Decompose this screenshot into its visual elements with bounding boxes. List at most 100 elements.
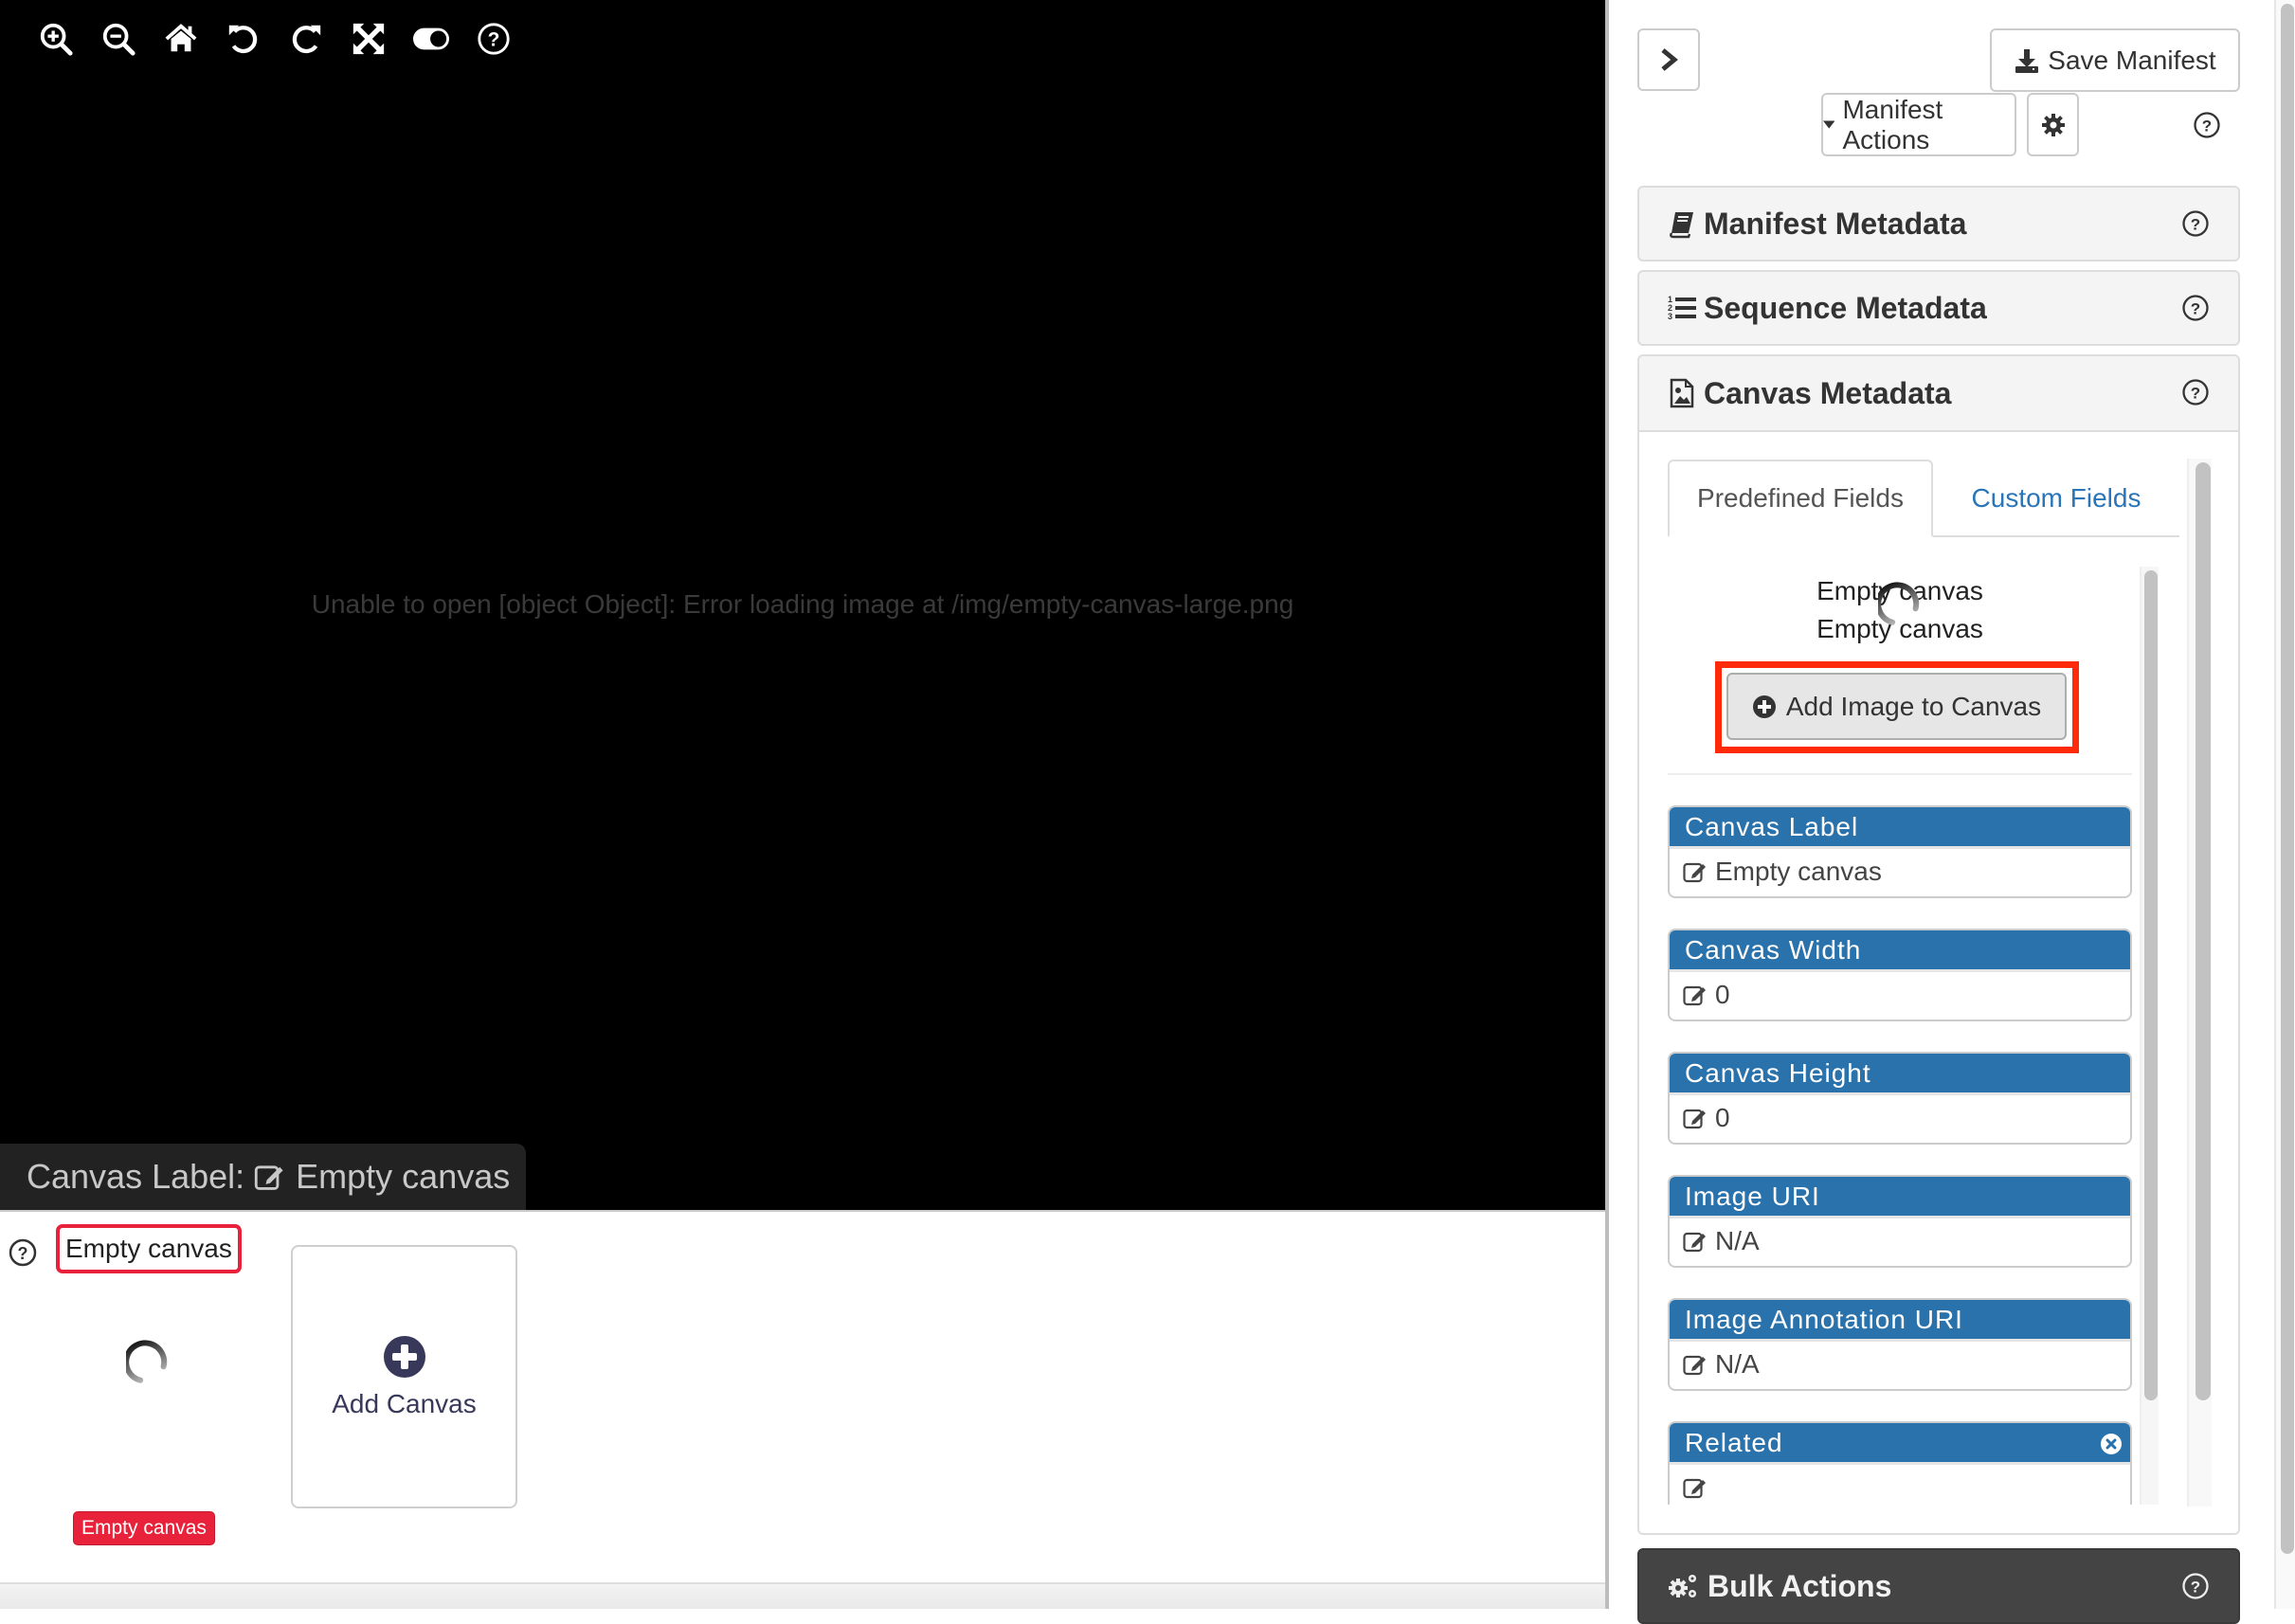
edit-icon[interactable] bbox=[1683, 1352, 1708, 1377]
field-label: Canvas Label bbox=[1670, 807, 2130, 849]
caret-down-icon bbox=[1823, 120, 1835, 129]
add-image-label: Add Image to Canvas bbox=[1785, 691, 2042, 721]
canvas-label-value[interactable]: Empty canvas bbox=[296, 1157, 510, 1197]
edit-icon[interactable] bbox=[1683, 1475, 1708, 1500]
scrollbar-thumb[interactable] bbox=[2281, 4, 2294, 1554]
tab-predefined-fields[interactable]: Predefined Fields bbox=[1668, 460, 1933, 537]
metadata-field-canvas-height: Canvas Height 0 bbox=[1668, 1052, 2132, 1145]
book-icon bbox=[1670, 212, 1693, 239]
svg-text:?: ? bbox=[488, 29, 500, 51]
svg-text:?: ? bbox=[18, 1244, 28, 1263]
field-label-text: Canvas Label bbox=[1685, 811, 1859, 841]
svg-text:?: ? bbox=[2191, 385, 2200, 403]
field-value[interactable]: N/A bbox=[1670, 1218, 2130, 1264]
collapse-panel-button[interactable] bbox=[1637, 28, 1700, 91]
field-label: Related bbox=[1670, 1423, 2130, 1465]
field-label-text: Related bbox=[1685, 1427, 1783, 1457]
divider bbox=[1668, 773, 2132, 775]
plus-circle-icon bbox=[1752, 695, 1776, 718]
canvas-metadata-scrollbar[interactable] bbox=[2187, 459, 2212, 1507]
gear-icon bbox=[2041, 113, 2065, 136]
svg-text:3: 3 bbox=[1668, 312, 1672, 321]
zoom-out-button[interactable] bbox=[87, 19, 150, 59]
question-circle-icon[interactable]: ? bbox=[2193, 111, 2221, 139]
field-value-text[interactable]: Empty canvas bbox=[1715, 857, 1882, 887]
filmstrip-scrollbar[interactable] bbox=[0, 1582, 1605, 1609]
toggle-button[interactable] bbox=[400, 19, 462, 59]
rotate-right-button[interactable] bbox=[275, 19, 337, 59]
page-scrollbar[interactable] bbox=[2274, 0, 2295, 1609]
edit-icon[interactable] bbox=[1683, 1229, 1708, 1254]
field-value-text[interactable]: N/A bbox=[1715, 1226, 1760, 1256]
ordered-list-icon: 123 bbox=[1668, 295, 1696, 321]
field-label-text: Canvas Width bbox=[1685, 934, 1862, 965]
edit-icon[interactable] bbox=[1683, 983, 1708, 1007]
question-circle-icon[interactable]: ? bbox=[2181, 294, 2210, 322]
toggle-icon bbox=[413, 27, 449, 50]
field-value[interactable]: 0 bbox=[1670, 972, 2130, 1018]
scrollbar-thumb[interactable] bbox=[2144, 570, 2158, 1400]
field-value-text[interactable]: 0 bbox=[1715, 980, 1730, 1010]
canvas-metadata-tabs: Predefined Fields Custom Fields bbox=[1668, 460, 2179, 537]
canvas-thumbnail-badge[interactable]: Empty canvas bbox=[73, 1511, 215, 1545]
remove-field-icon[interactable] bbox=[2100, 1433, 2123, 1455]
field-label: Canvas Height bbox=[1670, 1054, 2130, 1095]
edit-icon[interactable] bbox=[254, 1161, 286, 1193]
add-canvas-button[interactable]: Add Canvas bbox=[291, 1245, 517, 1508]
manifest-metadata-section[interactable]: Manifest Metadata ? bbox=[1637, 186, 2240, 262]
scrollbar-thumb[interactable] bbox=[2196, 462, 2211, 1400]
expand-icon bbox=[352, 23, 385, 55]
svg-text:?: ? bbox=[2202, 117, 2212, 135]
field-value[interactable] bbox=[1670, 1465, 2130, 1505]
gears-icon bbox=[1669, 1575, 1696, 1597]
canvas-label-prefix: Canvas Label: bbox=[27, 1157, 245, 1196]
field-value-text[interactable]: N/A bbox=[1715, 1349, 1760, 1380]
selected-canvas-title[interactable]: Empty canvas bbox=[56, 1224, 242, 1273]
sequence-metadata-section[interactable]: 123 Sequence Metadata ? bbox=[1637, 270, 2240, 346]
edit-icon[interactable] bbox=[1683, 859, 1708, 884]
zoom-in-button[interactable] bbox=[25, 19, 87, 59]
field-label: Image Annotation URI bbox=[1670, 1300, 2130, 1342]
canvas-metadata-section[interactable]: Canvas Metadata ? bbox=[1637, 354, 2240, 432]
question-circle-icon[interactable]: ? bbox=[8, 1237, 38, 1268]
home-button[interactable] bbox=[150, 19, 212, 59]
plus-circle-icon bbox=[383, 1336, 425, 1378]
svg-text:?: ? bbox=[2191, 216, 2200, 234]
svg-text:?: ? bbox=[2191, 1579, 2200, 1597]
field-label-text: Image URI bbox=[1685, 1181, 1820, 1211]
question-circle-icon[interactable]: ? bbox=[2181, 378, 2210, 406]
image-load-error: Unable to open [object Object]: Error lo… bbox=[311, 589, 1294, 619]
field-value[interactable]: Empty canvas bbox=[1670, 849, 2130, 894]
save-manifest-button[interactable]: Save Manifest bbox=[1990, 28, 2240, 92]
fullscreen-button[interactable] bbox=[337, 19, 400, 59]
svg-text:?: ? bbox=[2191, 300, 2200, 318]
manifest-actions-label: Manifest Actions bbox=[1842, 94, 1943, 154]
settings-button[interactable] bbox=[2027, 93, 2079, 156]
canvas-filmstrip: ? Empty canvas Empty canvas Add Canvas bbox=[0, 1210, 1605, 1584]
field-value[interactable]: N/A bbox=[1670, 1342, 2130, 1387]
sequence-metadata-title: Sequence Metadata bbox=[1704, 290, 1987, 325]
rotate-left-button[interactable] bbox=[212, 19, 275, 59]
help-button[interactable]: ? bbox=[462, 19, 525, 59]
add-image-to-canvas-button[interactable]: Add Image to Canvas bbox=[1726, 673, 2067, 740]
metadata-field-canvas-label: Canvas Label Empty canvas bbox=[1668, 805, 2132, 898]
edit-icon[interactable] bbox=[1683, 1106, 1708, 1130]
manifest-actions-dropdown[interactable]: Manifest Actions bbox=[1821, 93, 2016, 156]
question-circle-icon: ? bbox=[478, 23, 510, 55]
save-manifest-label: Save Manifest bbox=[2048, 45, 2216, 75]
question-circle-icon[interactable]: ? bbox=[2181, 209, 2210, 238]
field-label-text: Canvas Height bbox=[1685, 1057, 1871, 1088]
metadata-field-image-annotation-uri: Image Annotation URI N/A bbox=[1668, 1298, 2132, 1391]
question-circle-icon[interactable]: ? bbox=[2181, 1572, 2210, 1600]
fields-scrollbar[interactable] bbox=[2140, 567, 2159, 1505]
rotate-left-icon bbox=[228, 25, 258, 54]
image-viewer[interactable]: ? Unable to open [object Object]: Error … bbox=[0, 0, 1605, 1210]
field-label: Canvas Width bbox=[1670, 930, 2130, 972]
canvas-label-bar: Canvas Label: Empty canvas bbox=[0, 1144, 526, 1210]
tab-custom-fields[interactable]: Custom Fields bbox=[1933, 460, 2179, 537]
field-value[interactable]: 0 bbox=[1670, 1095, 2130, 1141]
viewer-toolbar: ? bbox=[25, 19, 525, 59]
bulk-actions-section[interactable]: Bulk Actions ? bbox=[1637, 1548, 2240, 1624]
field-value-text[interactable]: 0 bbox=[1715, 1103, 1730, 1133]
add-canvas-label: Add Canvas bbox=[332, 1389, 477, 1418]
